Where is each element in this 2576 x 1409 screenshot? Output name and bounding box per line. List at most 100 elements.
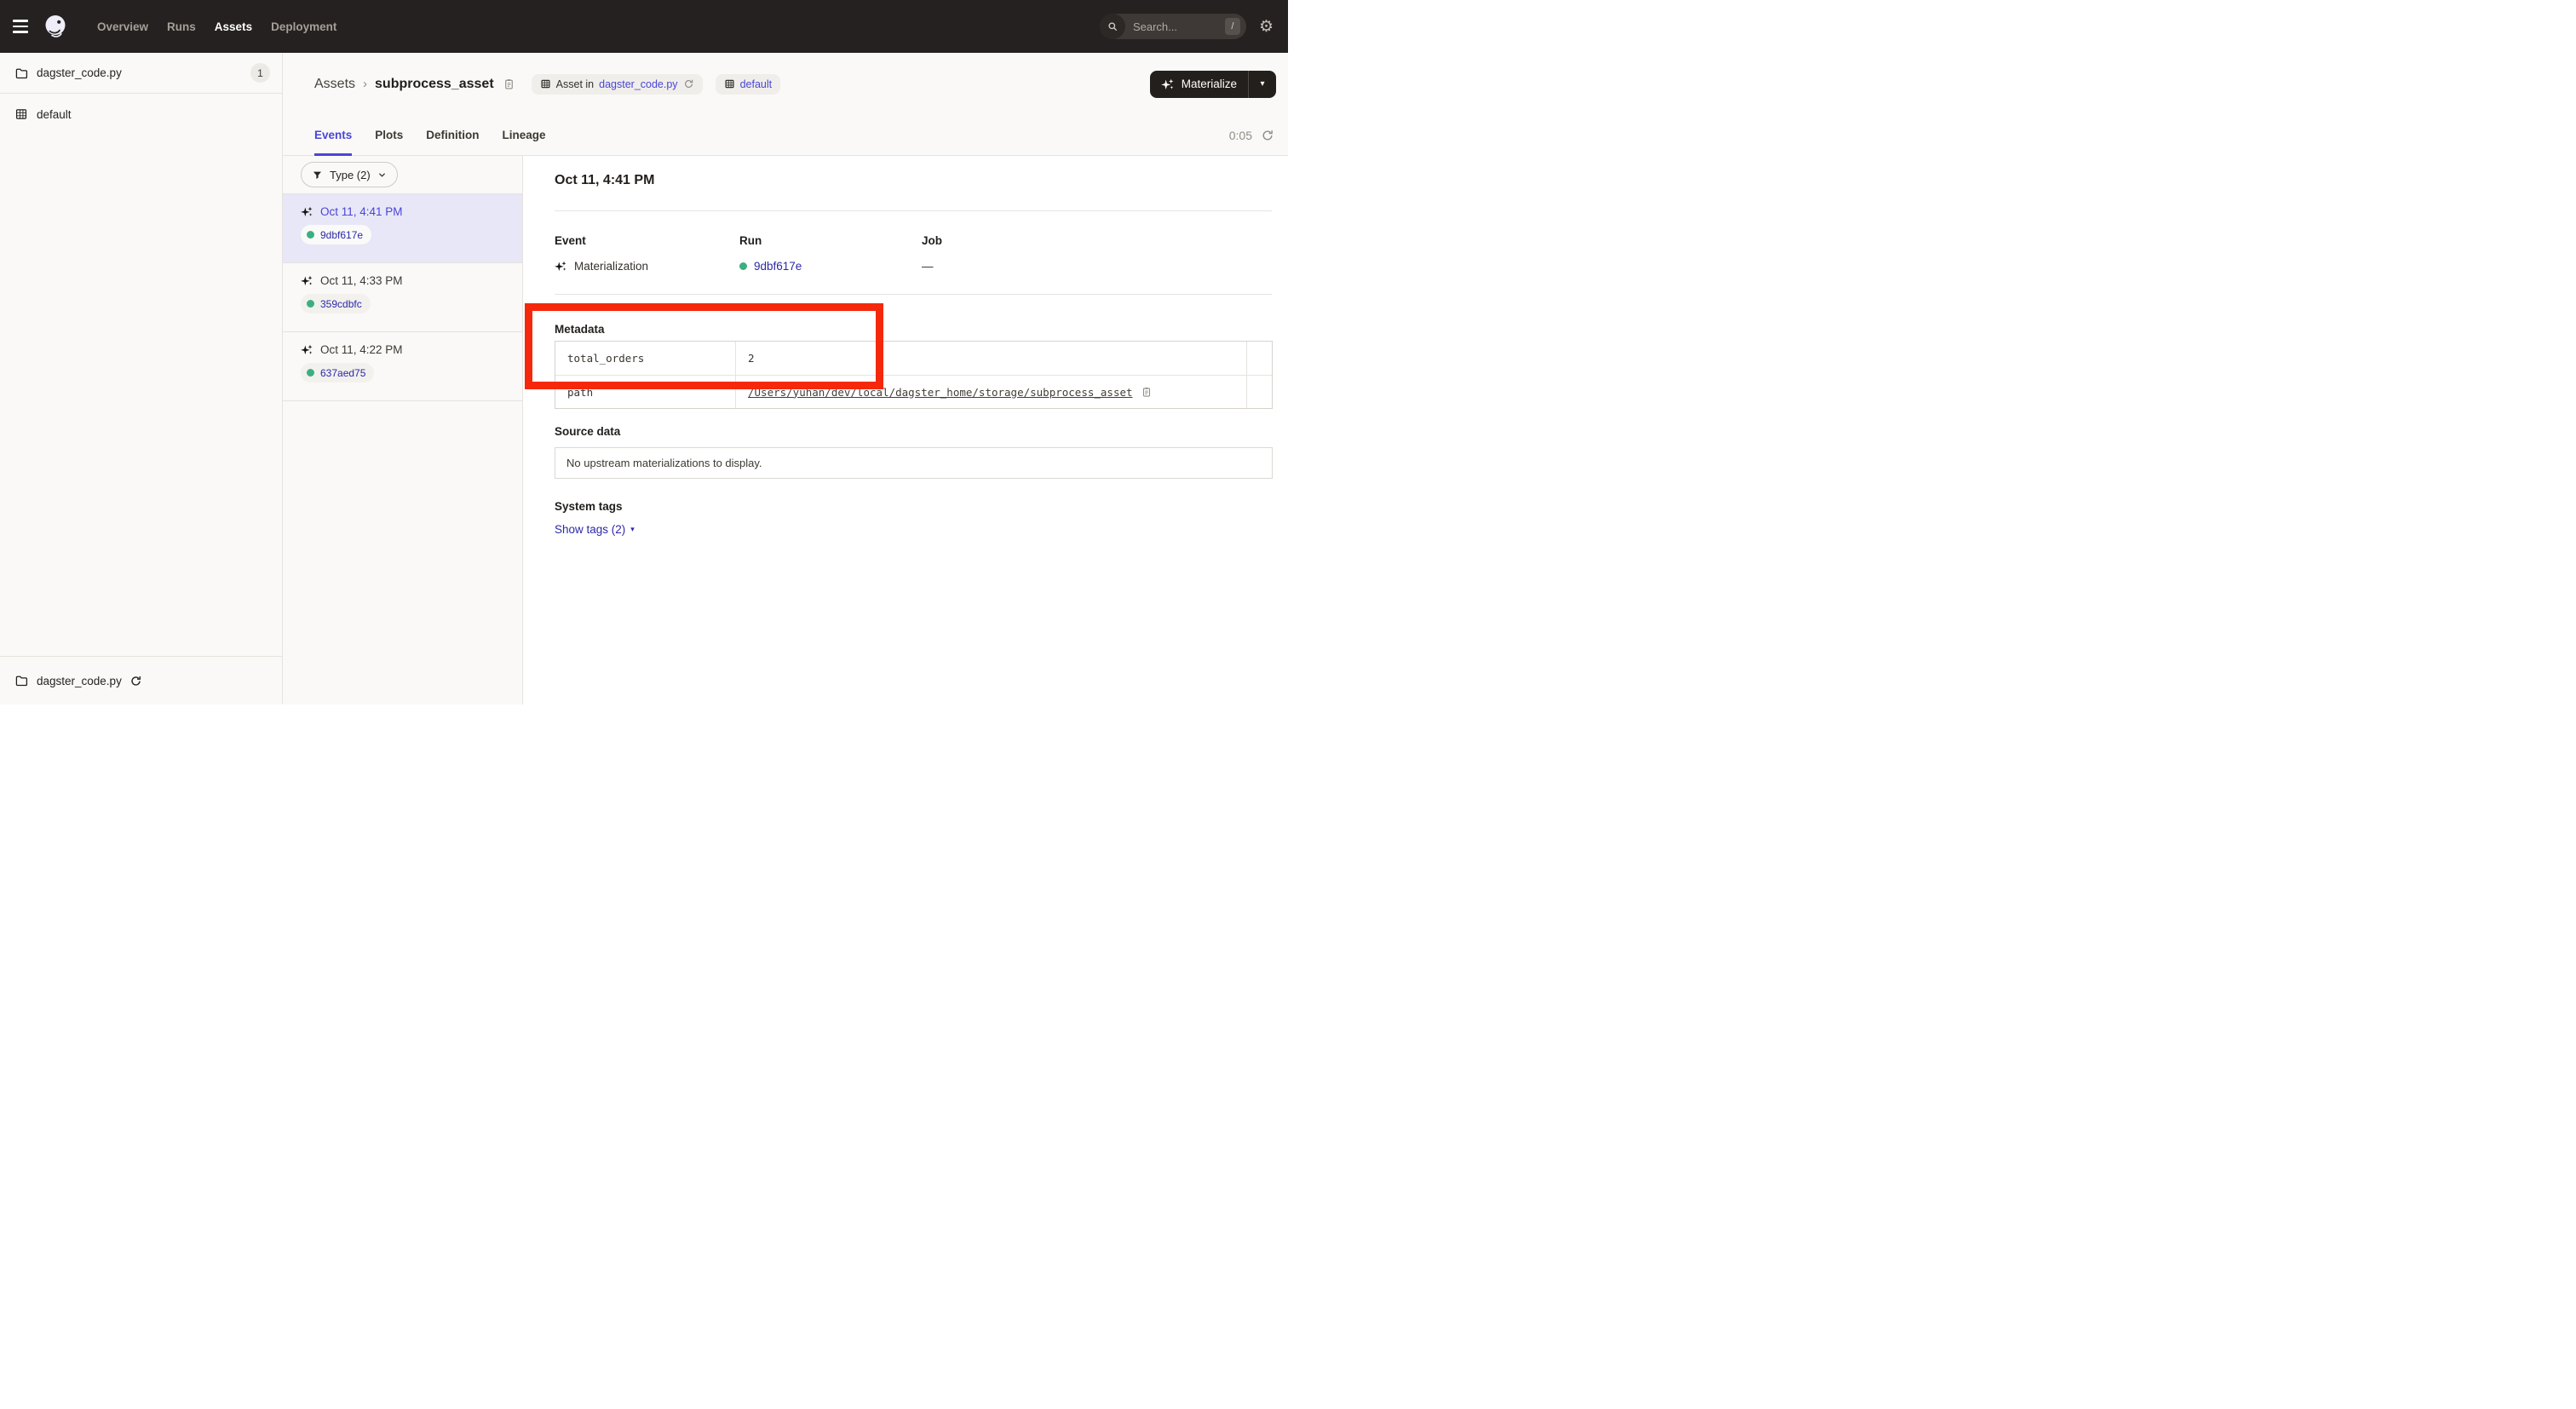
run-status-dot	[307, 231, 314, 239]
type-filter-button[interactable]: Type (2)	[301, 162, 398, 187]
system-tags-heading: System tags	[555, 499, 1272, 514]
sidebar-item-code-location[interactable]: dagster_code.py 1	[0, 53, 282, 94]
asset-header: Assets › subprocess_asset Asset in dagst…	[283, 53, 1288, 156]
event-summary-grid: Event Run Job Materialization 9dbf617e —	[555, 233, 1272, 273]
event-date: Oct 11, 4:41 PM	[320, 205, 403, 218]
sparkle-icon	[1161, 78, 1175, 91]
asset-group-icon	[14, 107, 28, 121]
path-link[interactable]: /Users/yuhan/dev/local/dagster_home/stor…	[748, 386, 1133, 399]
breadcrumb-assets-link[interactable]: Assets	[314, 77, 355, 92]
run-id-link[interactable]: 637aed75	[320, 367, 365, 379]
tag-prefix: Asset in	[556, 78, 594, 90]
search-input[interactable]: Search... /	[1100, 14, 1246, 39]
materialize-label: Materialize	[1182, 78, 1237, 90]
event-column-label: Event	[555, 233, 739, 248]
metadata-key: path	[555, 376, 736, 408]
nav-item-deployment[interactable]: Deployment	[262, 20, 346, 33]
source-data-box: No upstream materializations to display.	[555, 447, 1273, 479]
copy-path-button[interactable]	[1141, 385, 1153, 399]
event-type-value: Materialization	[574, 259, 648, 273]
refresh-timer: 0:05	[1229, 129, 1252, 142]
metadata-row: path /Users/yuhan/dev/local/dagster_home…	[555, 375, 1272, 408]
sidebar-item-label: default	[37, 108, 72, 121]
breadcrumb: Assets › subprocess_asset Asset in dagst…	[283, 53, 1288, 115]
events-list-panel: Type (2) Oct 11, 4:41 PM 9dbf617e	[283, 156, 523, 704]
reload-icon[interactable]	[683, 78, 694, 89]
run-column-label: Run	[739, 233, 922, 248]
dagster-logo[interactable]	[42, 13, 69, 40]
run-id-link[interactable]: 9dbf617e	[320, 229, 363, 241]
asset-group-icon	[724, 78, 735, 89]
materialization-sparkle-icon	[301, 343, 313, 356]
tab-plots[interactable]: Plots	[375, 115, 403, 155]
materialize-button[interactable]: Materialize	[1150, 71, 1248, 98]
tab-definition[interactable]: Definition	[426, 115, 479, 155]
top-nav: Overview Runs Assets Deployment Search..…	[0, 0, 1288, 53]
refresh-icon[interactable]	[1261, 129, 1274, 142]
copy-asset-name-button[interactable]	[503, 77, 515, 91]
job-value: —	[922, 259, 934, 273]
run-status-dot	[307, 300, 314, 308]
source-data-heading: Source data	[555, 424, 1272, 439]
sidebar-footer-label: dagster_code.py	[37, 675, 122, 687]
materialization-sparkle-icon	[301, 274, 313, 287]
event-list-item[interactable]: Oct 11, 4:22 PM 637aed75	[283, 332, 522, 401]
event-list-item[interactable]: Oct 11, 4:41 PM 9dbf617e	[283, 194, 522, 263]
funnel-icon	[312, 170, 323, 181]
run-tag[interactable]: 637aed75	[301, 363, 374, 382]
hamburger-menu-button[interactable]	[13, 20, 28, 33]
tab-events[interactable]: Events	[314, 115, 352, 155]
sidebar-footer-code-location[interactable]: dagster_code.py	[0, 656, 282, 704]
tab-lineage[interactable]: Lineage	[503, 115, 546, 155]
asset-count-badge: 1	[250, 63, 270, 83]
search-icon	[1100, 14, 1125, 39]
search-shortcut-badge: /	[1225, 18, 1240, 35]
job-column-label: Job	[922, 233, 1272, 248]
event-date: Oct 11, 4:22 PM	[320, 343, 403, 356]
asset-group-tag[interactable]: default	[716, 74, 781, 95]
code-location-link[interactable]: dagster_code.py	[599, 78, 677, 90]
materialization-sparkle-icon	[301, 205, 313, 218]
materialization-sparkle-icon	[555, 260, 567, 273]
asset-definition-tag[interactable]: Asset in dagster_code.py	[532, 74, 703, 95]
metadata-value: 2	[736, 342, 1247, 375]
empty-message: No upstream materializations to display.	[566, 457, 762, 469]
run-status-dot	[307, 369, 314, 377]
metadata-table: total_orders 2 path /Users/yuhan/dev/loc…	[555, 341, 1273, 409]
folder-icon	[14, 674, 28, 687]
show-tags-toggle[interactable]: Show tags (2) ▾	[555, 523, 635, 536]
asset-tabs: Events Plots Definition Lineage 0:05	[283, 115, 1288, 155]
materialize-split-button: Materialize ▾	[1150, 71, 1276, 98]
run-tag[interactable]: 9dbf617e	[301, 225, 371, 244]
sidebar-item-label: dagster_code.py	[37, 66, 122, 79]
run-id-link[interactable]: 359cdbfc	[320, 298, 362, 310]
folder-icon	[14, 66, 28, 80]
caret-down-icon: ▾	[1260, 79, 1264, 89]
sidebar-item-default-group[interactable]: default	[0, 94, 282, 135]
breadcrumb-separator: ›	[363, 77, 367, 91]
caret-down-icon: ▾	[630, 525, 635, 534]
reload-code-location-icon[interactable]	[129, 675, 142, 687]
sidebar: dagster_code.py 1 default dagster_code.p…	[0, 53, 283, 704]
asset-group-link[interactable]: default	[740, 78, 773, 90]
nav-item-assets[interactable]: Assets	[205, 20, 262, 33]
event-list-item[interactable]: Oct 11, 4:33 PM 359cdbfc	[283, 263, 522, 332]
type-filter-label: Type (2)	[330, 169, 371, 181]
metadata-heading: Metadata	[555, 322, 1272, 336]
event-date: Oct 11, 4:33 PM	[320, 274, 403, 287]
materialize-dropdown-caret[interactable]: ▾	[1248, 71, 1276, 98]
chevron-down-icon	[377, 170, 387, 180]
filter-area: Type (2)	[283, 156, 522, 194]
nav-item-runs[interactable]: Runs	[158, 20, 205, 33]
metadata-row: total_orders 2	[555, 342, 1272, 375]
run-tag[interactable]: 359cdbfc	[301, 294, 371, 313]
metadata-key: total_orders	[555, 342, 736, 375]
asset-grid-icon	[540, 78, 551, 89]
settings-gear-icon[interactable]: ⚙	[1259, 19, 1274, 35]
run-status-dot	[739, 262, 747, 270]
nav-item-overview[interactable]: Overview	[88, 20, 158, 33]
run-id-link[interactable]: 9dbf617e	[754, 259, 802, 273]
search-placeholder: Search...	[1133, 20, 1225, 33]
page-title: subprocess_asset	[375, 77, 494, 92]
event-detail-panel: Oct 11, 4:41 PM Event Run Job Materializ…	[523, 156, 1288, 704]
